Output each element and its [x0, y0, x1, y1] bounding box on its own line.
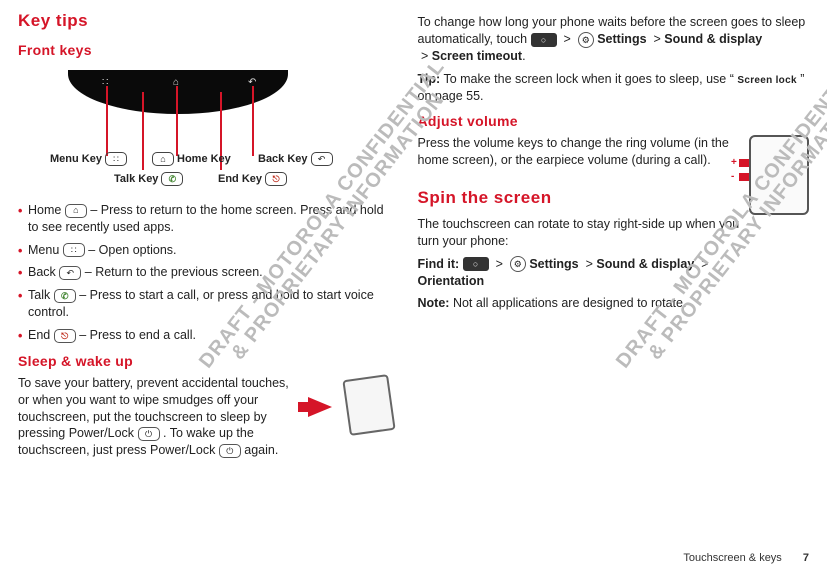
- menu-key-icon: ∷: [105, 152, 127, 166]
- settings-icon: ⚙: [510, 256, 526, 272]
- nav-path: Sound & display: [596, 257, 694, 271]
- menu-key-label: Menu Key ∷: [50, 152, 127, 167]
- settings-icon: ⚙: [578, 32, 594, 48]
- note-label: Note:: [418, 296, 450, 310]
- callout-line: [176, 86, 178, 156]
- tip-label: Tip:: [418, 72, 441, 86]
- label-text: End Key: [218, 172, 262, 187]
- key-desc: – Return to the previous screen.: [85, 265, 263, 279]
- menu-icon: ∷: [63, 243, 85, 257]
- front-keys-heading: Front keys: [18, 41, 394, 60]
- arrow-icon: [308, 397, 332, 417]
- key-name: End: [28, 328, 50, 342]
- power-lock-icon: ⏻: [138, 427, 160, 441]
- tip-paragraph: Tip: To make the screen lock when it goe…: [418, 71, 810, 105]
- footer-section: Touchscreen & keys: [683, 552, 781, 564]
- spin-screen-paragraph: The touchscreen can rotate to stay right…: [418, 216, 810, 250]
- label-text: Talk Key: [114, 172, 158, 187]
- key-desc: – Press to end a call.: [79, 328, 196, 342]
- list-item: • Talk ✆ – Press to start a call, or pre…: [18, 287, 394, 321]
- text: .: [522, 49, 525, 63]
- back-icon: ↶: [59, 266, 81, 280]
- list-item: • Home ⌂ – Press to return to the home s…: [18, 202, 394, 236]
- key-definitions-list: • Home ⌂ – Press to return to the home s…: [18, 202, 394, 344]
- section-title: Key tips: [18, 10, 394, 33]
- left-column: Key tips Front keys ∷ ⌂ ↶ Menu Key ∷ ⌂ H…: [18, 10, 414, 540]
- bullet-icon: •: [18, 243, 22, 260]
- home-key-label: ⌂ Home Key: [152, 152, 231, 167]
- home-key-icon: ⌂: [152, 152, 174, 166]
- callout-line: [106, 86, 108, 156]
- list-item: • End ⎋ – Press to end a call.: [18, 327, 394, 344]
- text: again.: [244, 443, 278, 457]
- nav-path: Orientation: [418, 274, 485, 288]
- find-it-label: Find it:: [418, 257, 460, 271]
- page-content: Key tips Front keys ∷ ⌂ ↶ Menu Key ∷ ⌂ H…: [0, 0, 827, 540]
- page-footer: Touchscreen & keys 7: [683, 552, 809, 564]
- key-desc: – Press to start a call, or press and ho…: [28, 288, 374, 319]
- home-icon: ⌂: [65, 204, 87, 218]
- list-item: • Menu ∷ – Open options.: [18, 242, 394, 259]
- callout-line: [252, 86, 254, 156]
- callout-line: [142, 92, 144, 170]
- label-text: Back Key: [258, 152, 308, 167]
- back-key-label: Back Key ↶: [258, 152, 333, 167]
- power-lock-icon: ⏻: [219, 444, 241, 458]
- sleep-illustration: [308, 375, 394, 437]
- nav-path: Settings: [597, 32, 646, 46]
- end-key-icon: ⎋: [265, 172, 287, 186]
- screen-lock-reference: Screen lock: [737, 75, 796, 86]
- text: To make the screen lock when it goes to …: [443, 72, 733, 86]
- key-desc: – Open options.: [88, 243, 176, 257]
- talk-icon: ✆: [54, 289, 76, 303]
- nav-path: Screen timeout: [432, 49, 522, 63]
- screen-timeout-paragraph: To change how long your phone waits befo…: [418, 14, 810, 65]
- key-name: Talk: [28, 288, 50, 302]
- bullet-icon: •: [18, 328, 22, 345]
- bullet-icon: •: [18, 265, 22, 282]
- sleep-heading: Sleep & wake up: [18, 352, 394, 371]
- find-it-paragraph: Find it: ○ > ⚙ Settings > Sound & displa…: [418, 256, 810, 290]
- talk-key-label: Talk Key ✆: [114, 172, 183, 187]
- label-text: Home Key: [177, 152, 231, 167]
- volume-up-icon: [739, 159, 749, 167]
- end-icon: ⎋: [54, 329, 76, 343]
- bullet-icon: •: [18, 288, 22, 305]
- launcher-icon: ○: [463, 257, 489, 271]
- adjust-volume-heading: Adjust volume: [418, 112, 810, 131]
- list-item: • Back ↶ – Return to the previous screen…: [18, 264, 394, 281]
- phone-icon: [342, 374, 395, 436]
- page-number: 7: [803, 552, 809, 564]
- note-paragraph: Note: Not all applications are designed …: [418, 295, 810, 312]
- nav-path: Settings: [529, 257, 578, 271]
- right-column: To change how long your phone waits befo…: [414, 10, 810, 540]
- back-key-icon: ↶: [311, 152, 333, 166]
- volume-illustration: [749, 135, 809, 215]
- key-name: Home: [28, 203, 61, 217]
- talk-key-icon: ✆: [161, 172, 183, 186]
- bullet-icon: •: [18, 203, 22, 220]
- label-text: Menu Key: [50, 152, 102, 167]
- front-keys-diagram: ∷ ⌂ ↶ Menu Key ∷ ⌂ Home Key Back Key ↶ T…: [18, 64, 348, 194]
- key-name: Back: [28, 265, 56, 279]
- volume-down-icon: [739, 173, 749, 181]
- key-name: Menu: [28, 243, 59, 257]
- launcher-icon: ○: [531, 33, 557, 47]
- nav-path: Sound & display: [664, 32, 762, 46]
- text: Not all applications are designed to rot…: [453, 296, 686, 310]
- end-key-label: End Key ⎋: [218, 172, 287, 187]
